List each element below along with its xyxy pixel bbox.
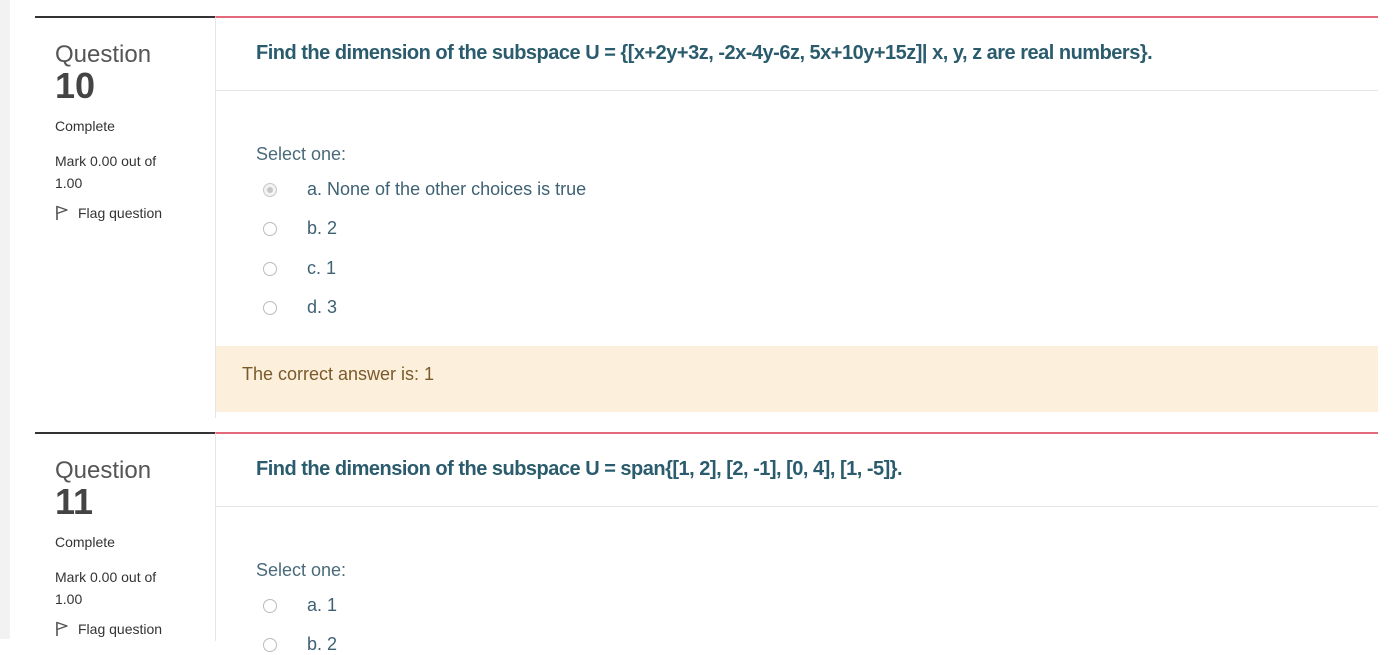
- question-state: Complete: [55, 534, 115, 550]
- answer-label: a. None of the other choices is true: [307, 179, 587, 199]
- flag-question-link[interactable]: Flag question: [55, 621, 162, 637]
- question-block-10: Question 10 Complete Mark 0.00 out of 1.…: [35, 16, 1378, 418]
- radio-button[interactable]: [263, 598, 277, 613]
- feedback-box: The correct answer is: 1: [216, 346, 1378, 412]
- answer-option-c[interactable]: c. 1: [256, 258, 336, 279]
- question-text: Find the dimension of the subspace U = s…: [256, 458, 903, 480]
- flag-question-label: Flag question: [78, 621, 163, 637]
- question-state: Complete: [55, 118, 115, 134]
- answer-option-a[interactable]: a. None of the other choices is true: [256, 179, 586, 200]
- divider: [216, 90, 1378, 91]
- flag-icon: [56, 621, 68, 636]
- answer-label: a. 1: [307, 595, 338, 615]
- answer-label: b. 2: [307, 634, 338, 654]
- left-scroll-rail: [0, 0, 10, 639]
- flag-question-link[interactable]: Flag question: [55, 205, 162, 221]
- question-grade: Mark 0.00 out of 1.00: [55, 153, 157, 191]
- question-text: Find the dimension of the subspace U = {…: [256, 42, 1153, 64]
- answer-option-a[interactable]: a. 1: [256, 595, 337, 616]
- select-prompt: Select one:: [256, 144, 347, 164]
- answer-label: b. 2: [307, 218, 338, 238]
- flag-icon: [56, 205, 68, 220]
- answer-option-d[interactable]: d. 3: [256, 297, 337, 318]
- radio-button[interactable]: [263, 182, 277, 197]
- answer-option-b[interactable]: b. 2: [256, 218, 337, 239]
- question-info: Question 10 Complete Mark 0.00 out of 1.…: [35, 16, 215, 418]
- answer-option-b[interactable]: b. 2: [256, 634, 337, 655]
- question-number: 10: [55, 65, 96, 106]
- radio-button[interactable]: [263, 300, 277, 315]
- divider: [216, 506, 1378, 507]
- question-content: Find the dimension of the subspace U = s…: [215, 432, 1378, 654]
- correct-answer-text: The correct answer is: 1: [242, 364, 435, 384]
- radio-button[interactable]: [263, 637, 277, 652]
- question-info: Question 11 Complete Mark 0.00 out of 1.…: [35, 432, 215, 641]
- question-grade: Mark 0.00 out of 1.00: [55, 569, 157, 607]
- question-content: Find the dimension of the subspace U = {…: [215, 16, 1378, 418]
- flag-question-label: Flag question: [78, 205, 163, 221]
- right-edge: [1378, 0, 1395, 639]
- question-block-11: Question 11 Complete Mark 0.00 out of 1.…: [35, 432, 1378, 654]
- answer-label: c. 1: [307, 258, 337, 278]
- radio-button[interactable]: [263, 221, 277, 236]
- radio-button[interactable]: [263, 261, 277, 276]
- select-prompt: Select one:: [256, 560, 347, 580]
- question-number: 11: [55, 481, 94, 522]
- answer-label: d. 3: [307, 297, 338, 317]
